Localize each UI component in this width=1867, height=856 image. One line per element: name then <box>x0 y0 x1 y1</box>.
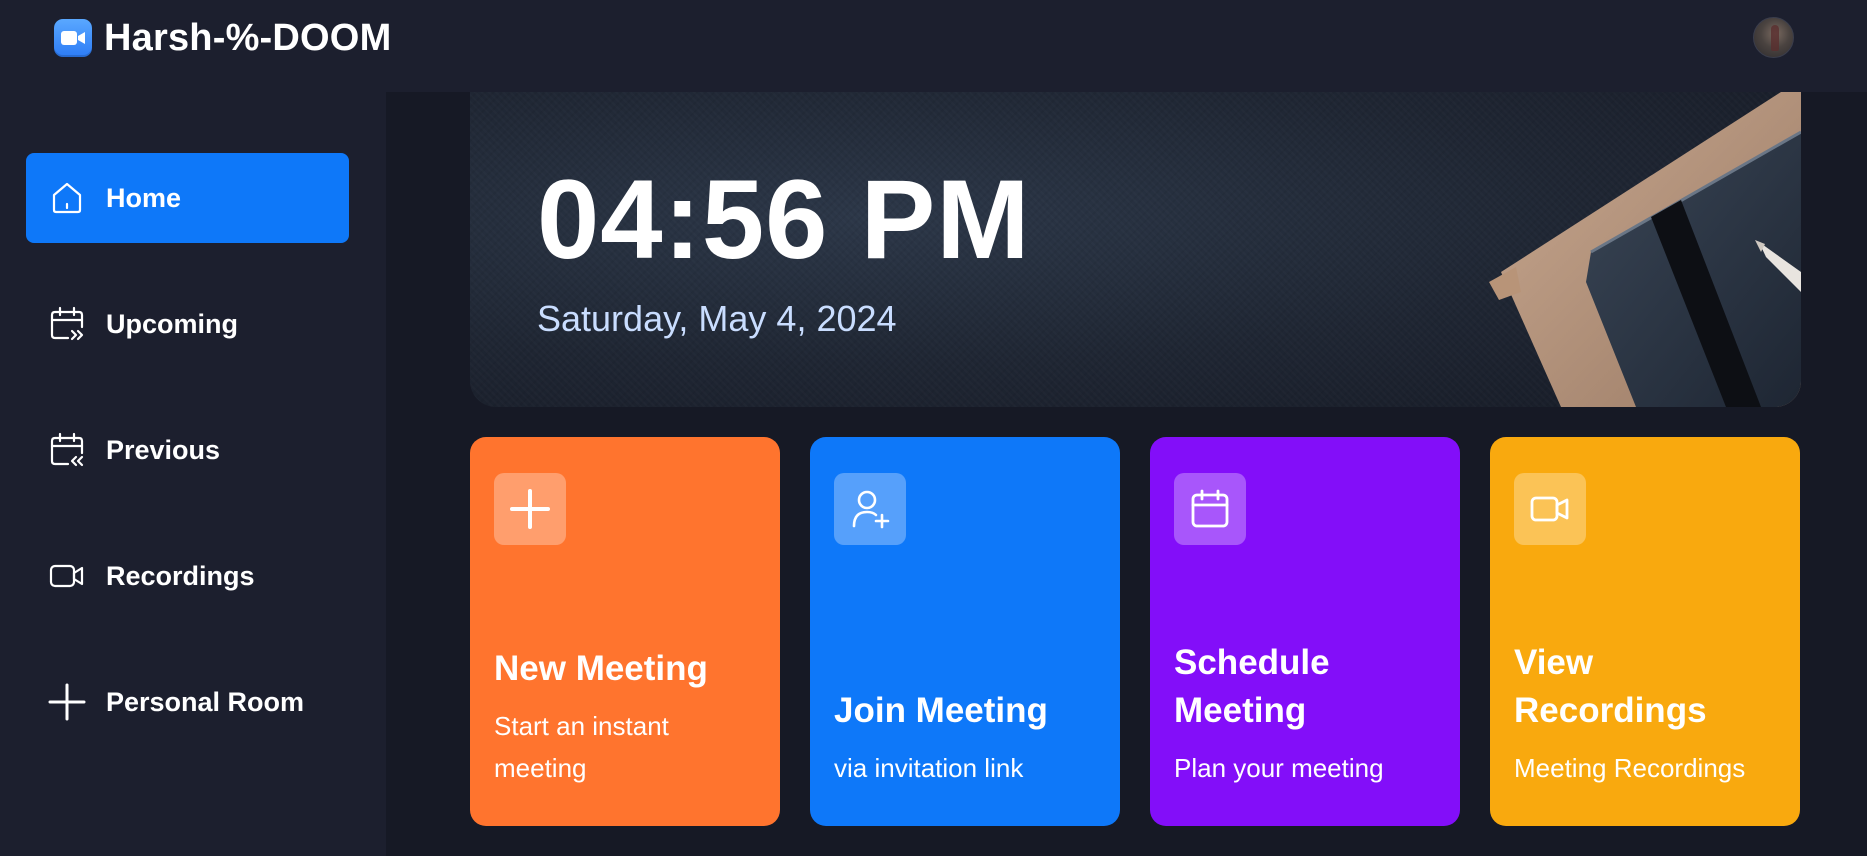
user-avatar[interactable] <box>1753 17 1794 58</box>
sidebar-item-label: Home <box>106 182 182 213</box>
card-title: New Meeting <box>494 649 708 688</box>
card-subtitle: Start an instant meeting <box>494 711 669 783</box>
video-camera-icon <box>54 19 92 57</box>
plus-icon <box>48 683 86 721</box>
sidebar-item-label: Upcoming <box>106 308 238 339</box>
card-subtitle: via invitation link <box>834 753 1024 783</box>
view-recordings-card[interactable]: View Recordings Meeting Recordings <box>1490 437 1800 826</box>
sidebar-item-previous[interactable]: Previous <box>26 405 349 495</box>
brand[interactable]: Harsh-%-DOOM <box>54 16 392 59</box>
hero-banner: 04:56 PM Saturday, May 4, 2024 <box>470 92 1801 407</box>
schedule-meeting-card[interactable]: Schedule Meeting Plan your meeting <box>1150 437 1460 826</box>
sidebar-item-label: Recordings <box>106 560 255 591</box>
calendar-forward-icon <box>48 305 86 343</box>
video-icon <box>48 557 86 595</box>
sidebar-item-recordings[interactable]: Recordings <box>26 531 349 621</box>
video-icon <box>1514 473 1586 545</box>
sidebar-item-home[interactable]: Home <box>26 153 349 243</box>
sidebar-item-label: Personal Room <box>106 686 305 717</box>
sidebar: Home Upcoming Previous Recordings Person… <box>0 92 386 856</box>
card-title: View Recordings <box>1514 643 1707 730</box>
current-time: 04:56 PM <box>537 157 1031 282</box>
sidebar-item-personal-room[interactable]: Personal Room <box>26 657 349 747</box>
card-subtitle: Plan your meeting <box>1174 753 1384 783</box>
new-meeting-card[interactable]: New Meeting Start an instant meeting <box>470 437 780 826</box>
user-add-icon <box>834 473 906 545</box>
calendar-icon <box>1174 473 1246 545</box>
sidebar-item-label: Previous <box>106 434 221 465</box>
card-title: Join Meeting <box>834 691 1048 730</box>
card-title: Schedule Meeting <box>1174 643 1330 730</box>
app-title: Harsh-%-DOOM <box>104 16 392 59</box>
home-icon <box>48 179 86 217</box>
calendar-back-icon <box>48 431 86 469</box>
join-meeting-card[interactable]: Join Meeting via invitation link <box>810 437 1120 826</box>
current-date: Saturday, May 4, 2024 <box>537 298 897 339</box>
notebook-illustration <box>1489 92 1801 407</box>
sidebar-item-upcoming[interactable]: Upcoming <box>26 279 349 369</box>
top-bar: Harsh-%-DOOM <box>0 0 1867 92</box>
plus-icon <box>494 473 566 545</box>
card-subtitle: Meeting Recordings <box>1514 753 1746 783</box>
